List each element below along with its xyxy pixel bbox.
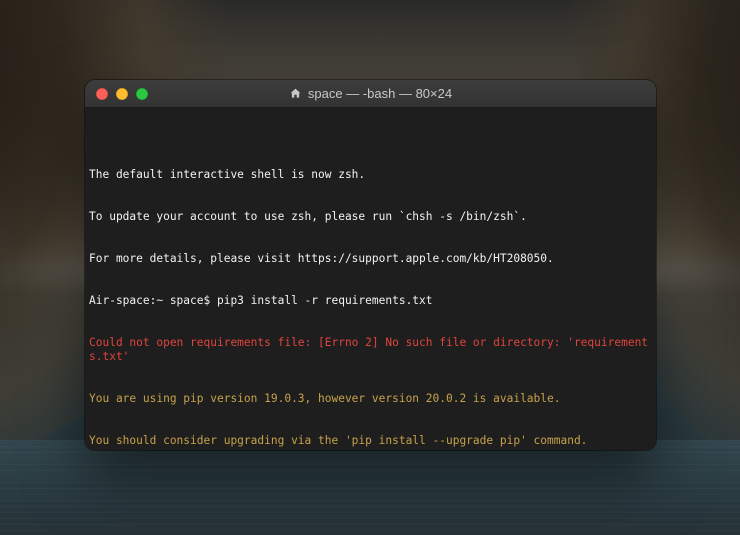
terminal-window[interactable]: space — -bash — 80×24 The default intera… [85, 80, 656, 450]
terminal-line: Could not open requirements file: [Errno… [89, 336, 652, 364]
home-icon [289, 87, 302, 100]
zoom-button[interactable] [136, 88, 148, 100]
terminal-line: For more details, please visit https://s… [89, 252, 652, 266]
traffic-lights [85, 88, 148, 100]
minimize-button[interactable] [116, 88, 128, 100]
close-button[interactable] [96, 88, 108, 100]
desktop-wallpaper: space — -bash — 80×24 The default intera… [0, 0, 740, 535]
window-title: space — -bash — 80×24 [85, 86, 656, 101]
terminal-line: To update your account to use zsh, pleas… [89, 210, 652, 224]
terminal-line: Air-space:~ space$ pip3 install -r requi… [89, 294, 652, 308]
window-title-text: space — -bash — 80×24 [308, 86, 452, 101]
scrollbar[interactable] [650, 108, 655, 449]
terminal-line: You should consider upgrading via the 'p… [89, 434, 652, 448]
wallpaper-sea [0, 440, 740, 535]
terminal-line: You are using pip version 19.0.3, howeve… [89, 392, 652, 406]
title-bar[interactable]: space — -bash — 80×24 [85, 80, 656, 108]
terminal-line: The default interactive shell is now zsh… [89, 168, 652, 182]
terminal-output[interactable]: The default interactive shell is now zsh… [85, 108, 656, 450]
